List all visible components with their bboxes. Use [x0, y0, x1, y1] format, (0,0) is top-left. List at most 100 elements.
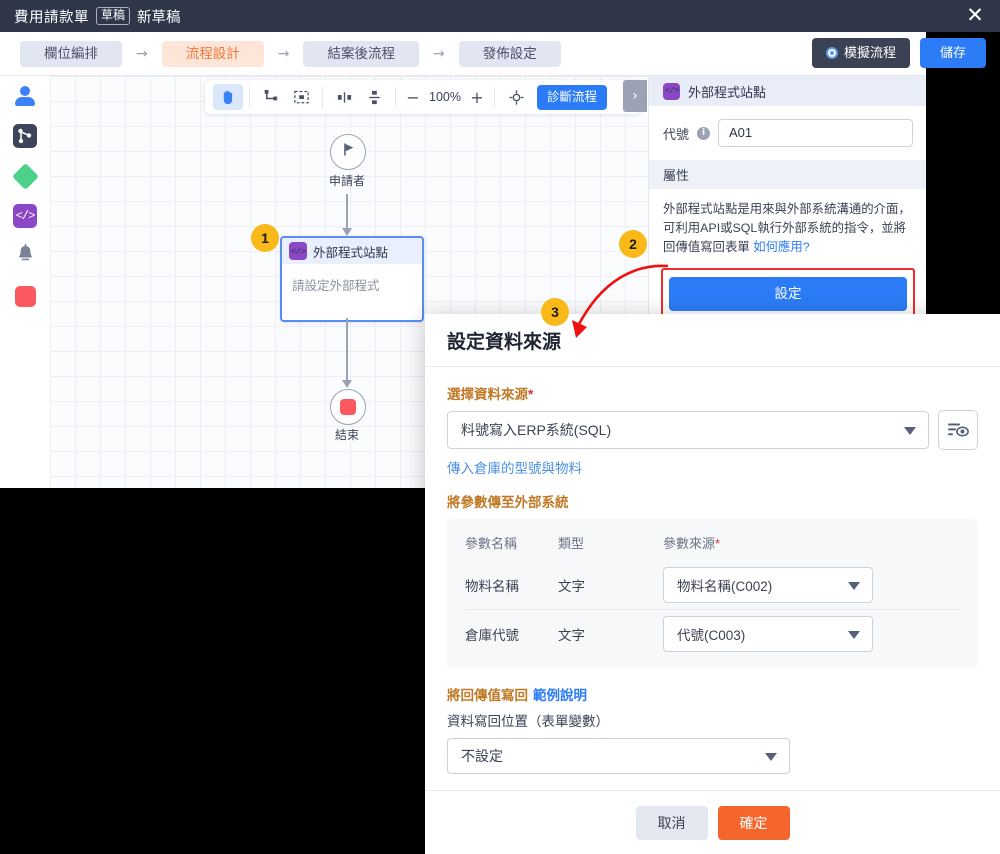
step-tab-0[interactable]: 欄位編排	[20, 40, 122, 67]
chevron-down-icon	[848, 631, 860, 639]
sidebar-item-flow[interactable]	[0, 116, 50, 156]
source-select-row: 料號寫入ERP系統(SQL)	[447, 410, 978, 450]
code-input[interactable]: A01	[718, 119, 913, 147]
annotation-badge-2: 2	[619, 230, 647, 258]
how-to-use-link[interactable]: 如何應用?	[753, 240, 809, 254]
diamond-icon	[11, 162, 39, 190]
step-arrow: →	[136, 45, 148, 62]
canvas-toolbar: − 100% + 診斷流程	[205, 80, 641, 114]
table-row: 物料名稱 文字 物料名稱(C002)	[465, 561, 960, 609]
sidebar-item-external-code[interactable]: </>	[0, 196, 50, 236]
diagnose-flow-button[interactable]: 診斷流程	[537, 84, 608, 110]
end-node[interactable]	[330, 389, 366, 425]
align-horizontal-button[interactable]	[329, 84, 359, 110]
param-source-value-1: 代號(C003)	[677, 628, 746, 643]
writeback-title-text: 將回傳值寫回	[447, 688, 528, 703]
flag-icon	[340, 141, 357, 163]
required-mark: *	[715, 535, 721, 551]
code-field-row: 代號 i A01	[649, 106, 926, 160]
sidebar-item-end[interactable]	[0, 276, 50, 316]
attributes-section-title: 屬性	[649, 160, 926, 189]
step-arrow: →	[432, 45, 445, 62]
code-icon: </>	[663, 82, 680, 100]
person-icon	[14, 86, 36, 106]
connector-arrowhead	[342, 380, 352, 388]
sidebar-item-notify[interactable]	[0, 236, 50, 276]
toolbar-divider	[395, 87, 396, 107]
data-source-dialog: 設定資料來源 選擇資料來源* 料號寫入ERP系統(SQL) 傳入倉庫的型號與物料…	[425, 314, 1000, 854]
step-tab-3[interactable]: 發佈設定	[458, 40, 561, 67]
align-vertical-button[interactable]	[359, 84, 389, 110]
start-node[interactable]	[330, 134, 366, 170]
writeback-target-select[interactable]: 不設定	[447, 738, 790, 774]
draft-name: 新草稿	[137, 9, 181, 26]
close-icon[interactable]: ✕	[964, 5, 986, 27]
page-title: 費用請款單	[14, 9, 89, 26]
fit-view-button[interactable]	[501, 84, 531, 110]
params-header-source: 參數來源*	[663, 533, 960, 552]
panel-toggle-button[interactable]: ›	[623, 80, 647, 112]
params-header-name: 參數名稱	[465, 535, 518, 551]
zoom-level-label: 100%	[429, 90, 461, 104]
code-icon: </>	[289, 242, 307, 260]
external-program-node[interactable]: </> 外部程式站點 請設定外部程式	[280, 236, 424, 322]
source-select-label: 選擇資料來源*	[447, 383, 978, 403]
info-icon[interactable]: i	[697, 126, 711, 140]
data-source-select-value: 料號寫入ERP系統(SQL)	[461, 422, 612, 438]
param-source-select-1[interactable]: 代號(C003)	[663, 616, 873, 652]
step-tab-2[interactable]: 結案後流程	[303, 40, 419, 67]
code-field-label: 代號	[663, 126, 690, 142]
source-hint-link[interactable]: 傳入倉庫的型號與物料	[447, 457, 978, 477]
sql-preview-button[interactable]	[938, 410, 978, 450]
sidebar-item-condition[interactable]	[0, 156, 50, 196]
cancel-button[interactable]: 取消	[635, 805, 708, 840]
stop-icon	[14, 285, 36, 307]
params-header-type: 類型	[558, 535, 585, 551]
stop-icon	[340, 399, 356, 415]
param-name-0: 物料名稱	[465, 579, 519, 594]
node-palette-rail: </>	[0, 76, 51, 488]
code-icon: </>	[13, 204, 37, 228]
hand-tool-button[interactable]	[213, 84, 243, 110]
status-badge: 草稿	[96, 7, 131, 25]
param-type-1: 文字	[558, 628, 585, 643]
save-button[interactable]: 儲存	[919, 38, 986, 68]
title-bar: 費用請款單 草稿 新草稿 ✕	[0, 0, 1000, 32]
dialog-header: 設定資料來源	[425, 314, 1000, 367]
step-list: 欄位編排 → 流程設計 → 結案後流程 → 發佈設定	[0, 32, 926, 75]
param-source-cell-1: 代號(C003)	[663, 616, 960, 652]
table-row: 倉庫代號 文字 代號(C003)	[465, 609, 960, 658]
chevron-down-icon	[765, 753, 777, 761]
header-actions: 模擬流程 儲存	[811, 38, 986, 68]
required-mark: *	[528, 387, 534, 402]
zoom-in-button[interactable]: +	[466, 88, 488, 107]
property-panel-title: 外部程式站點	[688, 84, 767, 100]
confirm-button[interactable]: 確定	[717, 805, 790, 840]
external-program-node-header: </> 外部程式站點	[282, 238, 422, 264]
param-type-0: 文字	[558, 579, 585, 594]
writeback-field-label: 資料寫回位置（表單變數）	[447, 714, 609, 729]
params-section-title: 將參數傳至外部系統	[447, 495, 569, 510]
toolbar-divider	[322, 87, 323, 107]
sidebar-item-applicant[interactable]	[0, 76, 50, 116]
attributes-description: 外部程式站點是用來與外部系統溝通的介面，可利用API或SQL執行外部系統的指令，…	[649, 189, 926, 261]
step-tab-1[interactable]: 流程設計	[161, 40, 264, 67]
setting-button[interactable]: 設定	[669, 277, 907, 311]
params-table-header: 參數名稱 類型 參數來源*	[465, 523, 960, 561]
frame-tool-button[interactable]	[286, 84, 316, 110]
connector-tool-button[interactable]	[256, 84, 286, 110]
source-select-label-text: 選擇資料來源	[447, 387, 528, 402]
chevron-down-icon	[904, 427, 916, 435]
zoom-out-button[interactable]: −	[402, 88, 424, 107]
dialog-footer: 取消 確定	[425, 790, 1000, 854]
example-doc-link[interactable]: 範例說明	[533, 688, 587, 703]
param-source-value-0: 物料名稱(C002)	[677, 579, 773, 594]
param-source-select-0[interactable]: 物料名稱(C002)	[663, 567, 873, 603]
connector-line	[346, 318, 348, 382]
toolbar-divider	[494, 87, 495, 107]
writeback-target-value: 不設定	[461, 748, 503, 764]
data-source-select[interactable]: 料號寫入ERP系統(SQL)	[447, 411, 929, 449]
simulate-flow-button[interactable]: 模擬流程	[811, 38, 910, 68]
step-arrow: →	[277, 45, 290, 62]
property-panel-header: </> 外部程式站點	[649, 76, 926, 106]
